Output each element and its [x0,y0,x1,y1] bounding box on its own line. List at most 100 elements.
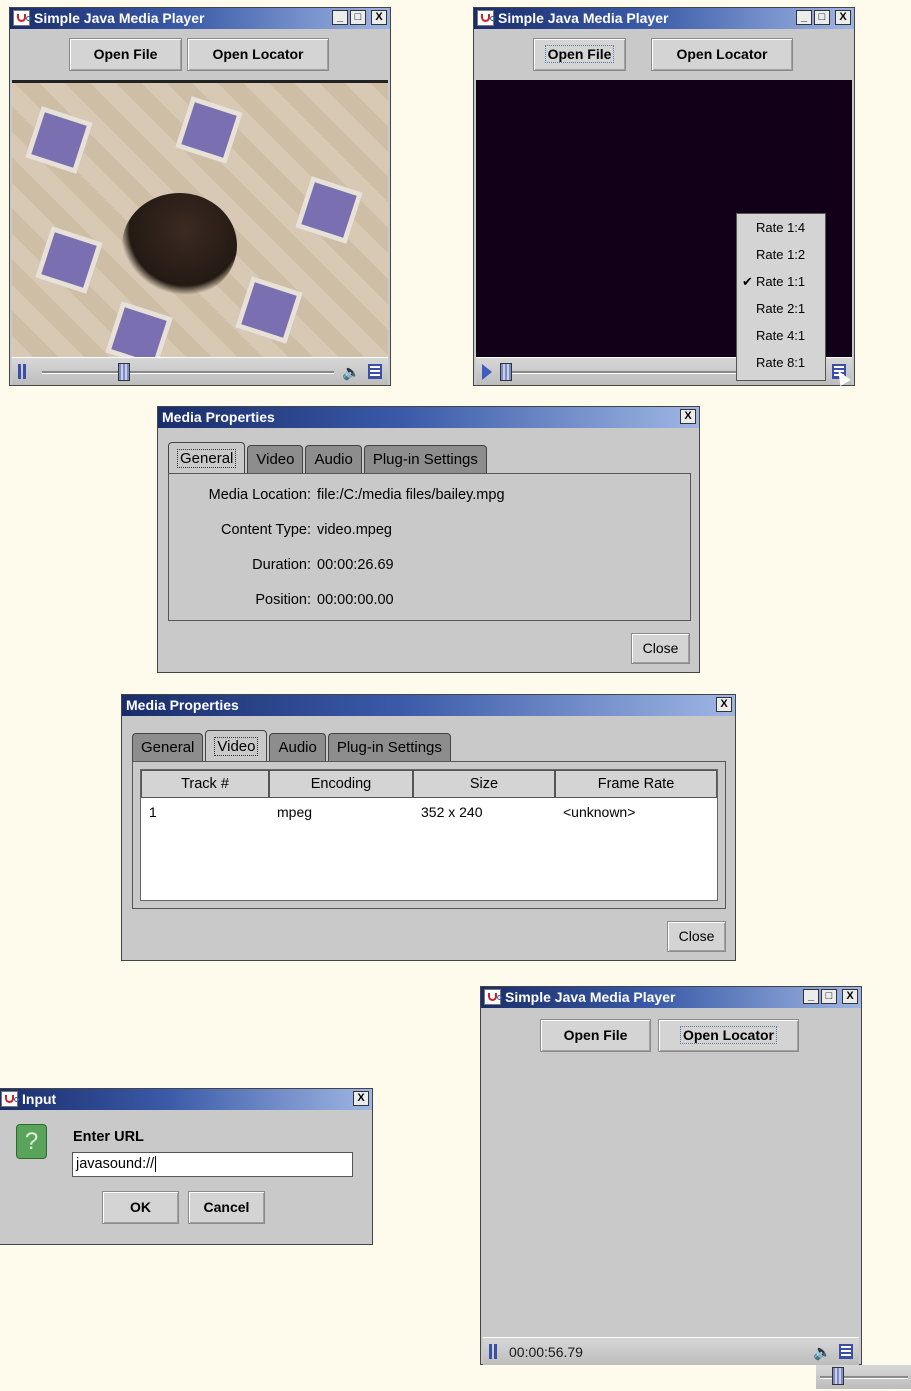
player-window-video: Simple Java Media Player _ □ X Open File… [9,7,391,386]
tab-strip: General Video Audio Plug-in Settings [168,442,489,474]
position-slider[interactable] [42,371,334,374]
slider-thumb[interactable] [500,363,512,381]
speaker-icon[interactable]: 🔈 [813,1343,832,1361]
text-caret [155,1156,157,1173]
control-bar: 00:00:56.79 🔈 [483,1337,859,1365]
rate-label: Rate 1:4 [756,220,806,235]
tab-video[interactable]: Video [205,730,268,762]
volume-thumb[interactable] [832,1367,844,1385]
title-bar[interactable]: Input X [0,1089,372,1110]
tab-video[interactable]: Video [247,445,304,474]
rate-label: Rate 2:1 [756,301,806,316]
table-header: Track # Encoding Size Frame Rate [141,770,717,798]
property-value: 00:00:26.69 [317,557,394,573]
maximize-button[interactable]: □ [821,989,837,1004]
dialog-title: Media Properties [162,409,275,425]
tab-audio[interactable]: Audio [269,733,326,762]
quilt-square [294,175,364,245]
ok-label: OK [130,1199,151,1215]
column-header[interactable]: Encoding [269,770,413,798]
close-dialog-button[interactable]: Close [631,633,690,664]
table-cell: mpeg [277,804,313,820]
cancel-button[interactable]: Cancel [188,1191,265,1224]
tab-general[interactable]: General [168,442,246,474]
rate-menu-item[interactable]: Rate 1:4 [737,214,825,241]
dog-image [122,193,237,298]
url-input[interactable]: javasound:// [72,1152,353,1177]
rate-menu: Rate 1:4 Rate 1:2 ✔ Rate 1:1 Rate 2:1 Rat… [736,213,826,381]
checkmark-icon: ✔ [742,274,753,289]
close-button[interactable]: X [353,1091,369,1106]
close-button[interactable]: X [716,697,732,712]
open-locator-button[interactable]: Open Locator [651,38,793,71]
open-locator-button[interactable]: Open Locator [187,38,329,71]
java-icon [477,10,495,26]
open-locator-button[interactable]: Open Locator [658,1019,799,1052]
maximize-button[interactable]: □ [350,10,366,25]
volume-slider[interactable] [816,1365,911,1389]
player-window-audio: Simple Java Media Player _ □ X Open File… [480,986,862,1365]
table-row[interactable]: 1 mpeg 352 x 240 <unknown> [141,798,717,826]
time-display: 00:00:56.79 [509,1344,583,1360]
rate-menu-item[interactable]: Rate 4:1 [737,322,825,349]
pause-icon[interactable] [17,364,29,379]
open-locator-label: Open Locator [679,1026,777,1044]
tab-plugin-settings[interactable]: Plug-in Settings [327,733,451,762]
speaker-icon[interactable]: 🔈 [342,363,361,381]
java-icon [1,1091,19,1107]
minimize-button[interactable]: _ [803,989,819,1004]
close-button[interactable]: X [680,409,696,424]
open-file-button[interactable]: Open File [540,1019,651,1052]
tab-audio[interactable]: Audio [305,445,362,474]
ok-button[interactable]: OK [102,1191,179,1224]
title-bar[interactable]: Simple Java Media Player _ □ X [10,8,390,29]
minimize-button[interactable]: _ [796,10,812,25]
column-header[interactable]: Size [413,770,555,798]
quilt-square [174,95,244,165]
close-button[interactable]: X [371,10,387,25]
close-dialog-button[interactable]: Close [667,921,726,952]
track-table: Track # Encoding Size Frame Rate 1 mpeg … [140,769,718,901]
open-file-button[interactable]: Open File [69,38,182,71]
open-file-button[interactable]: Open File [533,38,626,71]
play-icon[interactable] [482,364,492,380]
media-properties-video-dialog: Media Properties X General Video Audio P… [121,694,736,961]
column-header[interactable]: Frame Rate [555,770,717,798]
title-bar[interactable]: Simple Java Media Player _ □ X [474,8,854,29]
position-slider[interactable] [506,371,766,374]
rate-menu-item[interactable]: Rate 8:1 [737,349,825,376]
question-icon: ? [16,1124,47,1159]
tab-plugin-settings[interactable]: Plug-in Settings [363,445,487,474]
tab-label: Audio [314,451,353,468]
java-icon [484,989,502,1005]
minimize-button[interactable]: _ [332,10,348,25]
prompt-label: Enter URL [73,1129,144,1145]
close-button[interactable]: X [842,989,858,1004]
column-header[interactable]: Track # [141,770,269,798]
close-button[interactable]: X [835,10,851,25]
rate-label: Rate 1:2 [756,247,806,262]
slider-thumb[interactable] [118,363,130,381]
table-cell: 352 x 240 [421,804,483,820]
close-label: Close [678,928,715,944]
control-bar: 🔈 [12,357,388,385]
rate-menu-item[interactable]: Rate 2:1 [737,295,825,322]
rate-menu-item[interactable]: ✔ Rate 1:1 [737,268,825,295]
title-bar[interactable]: Media Properties X [122,695,735,716]
property-key: Content Type: [220,522,311,538]
title-bar[interactable]: Simple Java Media Player _ □ X [481,987,861,1008]
media-properties-icon[interactable] [368,364,382,379]
cancel-label: Cancel [203,1199,250,1215]
title-bar[interactable]: Media Properties X [158,407,699,428]
quilt-square [104,300,174,361]
pause-icon[interactable] [488,1344,500,1359]
open-file-label: Open File [563,1027,628,1043]
table-cell: 1 [149,804,157,820]
rate-label: Rate 4:1 [756,328,806,343]
tab-general[interactable]: General [132,733,204,762]
property-key: Media Location: [208,487,311,503]
input-dialog: Input X ? Enter URL javasound:// OK Canc… [0,1088,373,1245]
media-properties-icon[interactable] [839,1344,853,1359]
maximize-button[interactable]: □ [814,10,830,25]
rate-menu-item[interactable]: Rate 1:2 [737,241,825,268]
